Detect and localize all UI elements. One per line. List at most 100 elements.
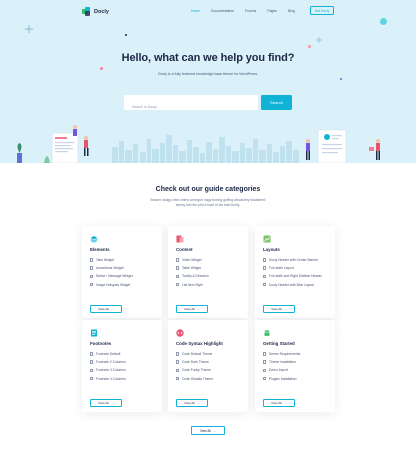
get-docly-button[interactable]: Get Docly [310, 6, 334, 15]
dot-decoration-icon [308, 45, 311, 48]
hero-title: Hello, what can we help you find? [121, 52, 295, 64]
document-icon [176, 368, 179, 373]
search-input[interactable] [124, 99, 258, 115]
arrow-right-icon: → [196, 307, 200, 311]
category-card-elements: Elements Tabs Widget Accordions Widget N… [82, 226, 162, 318]
view-all-categories-button[interactable]: View All → [191, 426, 225, 435]
card-link[interactable]: Server Requirements [263, 350, 300, 358]
card-link[interactable]: Notice / Message Widget [90, 272, 133, 280]
dot-decoration-icon [340, 78, 342, 80]
card-link[interactable]: Demo Import [263, 366, 300, 374]
view-all-button[interactable]: View All → [176, 305, 208, 313]
document-icon [176, 360, 179, 365]
logo-text: Docly [94, 8, 109, 15]
nav-link-blog[interactable]: Blog [288, 9, 295, 13]
document-icon [176, 282, 179, 287]
category-card-content: Content Video Widget Table Widget Toolti… [168, 226, 248, 318]
categories-title: Check out our guide categories [155, 186, 261, 193]
nav-link-pages[interactable]: Pages [267, 9, 277, 13]
arrow-right-icon: → [212, 428, 217, 433]
plus-decoration-icon [25, 25, 33, 33]
card-link[interactable]: Footnote 4 Columns [90, 375, 126, 383]
nav-links: Home Documentation Forums Pages Blog [191, 9, 295, 13]
arrow-right-icon: → [110, 401, 114, 405]
logo-icon [82, 7, 91, 16]
view-all-button[interactable]: View All → [263, 399, 295, 407]
category-card-code-syntax: Code Syntax Highlight Code Default Theme… [168, 320, 248, 412]
card-link[interactable]: Code Funky Theme [176, 366, 213, 374]
card-link[interactable]: Video Widget [176, 256, 209, 264]
card-title: Code Syntax Highlight [176, 341, 223, 346]
dot-decoration-icon [380, 18, 387, 25]
category-card-getting-started: Getting Started Server Requirements Them… [255, 320, 335, 412]
category-card-layouts: Layouts Docly Header with Center Banner … [255, 226, 335, 318]
card-link[interactable]: Code Default Theme [176, 350, 213, 358]
document-icon [176, 266, 179, 271]
card-link[interactable]: Plugins Installation [263, 375, 300, 383]
card-title: Footnotes [90, 341, 112, 346]
view-all-button[interactable]: View All → [90, 399, 122, 407]
card-title: Getting Started [263, 341, 295, 346]
document-icon [176, 352, 179, 356]
category-card-footnotes: Footnotes Footnote Default Footnote 2 Co… [82, 320, 162, 412]
document-icon [263, 352, 266, 356]
card-link[interactable]: Full width and Right Sidebar Header [263, 272, 322, 280]
card-link[interactable]: Tooltip & Direction [176, 272, 209, 280]
hero-section: Docly Home Documentation Forums Pages Bl… [0, 0, 416, 163]
view-all-button[interactable]: View All → [176, 399, 208, 407]
card-title: Layouts [263, 247, 280, 252]
arrow-right-icon: → [283, 307, 287, 311]
document-icon [90, 258, 93, 262]
document-icon [263, 376, 266, 381]
plus-decoration-icon [316, 37, 322, 43]
document-icon [90, 376, 93, 381]
nav-link-documentation[interactable]: Documentation [211, 9, 234, 13]
card-link[interactable]: Code Dark Theme [176, 358, 213, 366]
nav-link-forums[interactable]: Forums [245, 9, 257, 13]
arrow-right-icon: → [283, 401, 287, 405]
card-link[interactable]: Table Widget [176, 264, 209, 272]
card-link[interactable]: Theme Installation [263, 358, 300, 366]
card-link[interactable]: Footnote 3 Columns [90, 366, 126, 374]
card-link-list: Code Default Theme Code Dark Theme Code … [176, 350, 213, 383]
top-navbar: Docly Home Documentation Forums Pages Bl… [0, 0, 416, 22]
document-icon [91, 329, 97, 337]
card-link[interactable]: Footnote 2 Columns [90, 358, 126, 366]
arrow-right-icon: → [196, 401, 200, 405]
document-icon [176, 258, 179, 262]
code-icon [176, 329, 184, 337]
document-icon [263, 266, 266, 271]
document-icon [90, 274, 93, 279]
card-link-list: Server Requirements Theme Installation D… [263, 350, 300, 383]
card-link[interactable]: Docly Header with Blue Layout [263, 281, 322, 289]
hero-subtitle: Docly is a fully featured knowledge base… [158, 72, 259, 76]
city-skyline-illustration [17, 125, 380, 163]
card-link-list: Video Widget Table Widget Tooltip & Dire… [176, 256, 209, 289]
document-icon [90, 266, 93, 271]
nav-link-home[interactable]: Home [191, 9, 200, 13]
card-link[interactable]: Full width Layout [263, 264, 322, 272]
document-icon [263, 282, 266, 287]
search-button[interactable]: Search [261, 95, 292, 110]
layout-icon [263, 235, 271, 243]
card-link-list: Footnote Default Footnote 2 Columns Foot… [90, 350, 126, 383]
document-icon [90, 360, 93, 365]
arrow-right-icon: → [110, 307, 114, 311]
card-link[interactable]: Tabs Widget [90, 256, 133, 264]
card-link[interactable]: List Item Style [176, 281, 209, 289]
search-box [124, 95, 258, 115]
view-all-button[interactable]: View All → [263, 305, 295, 313]
dot-decoration-icon [100, 67, 103, 70]
card-link-list: Docly Header with Center Banner Full wid… [263, 256, 322, 289]
card-link[interactable]: Code Okaidia Theme [176, 375, 213, 383]
document-icon [263, 368, 266, 373]
card-link[interactable]: Accordions Widget [90, 264, 133, 272]
logo[interactable]: Docly [82, 7, 109, 16]
dot-decoration-icon [125, 34, 127, 36]
card-link-list: Tabs Widget Accordions Widget Notice / M… [90, 256, 133, 289]
card-link[interactable]: Image Hotspots Widget [90, 281, 133, 289]
view-all-button[interactable]: View All → [90, 305, 122, 313]
card-link[interactable]: Docly Header with Center Banner [263, 256, 322, 264]
document-icon [263, 274, 266, 279]
card-link[interactable]: Footnote Default [90, 350, 126, 358]
